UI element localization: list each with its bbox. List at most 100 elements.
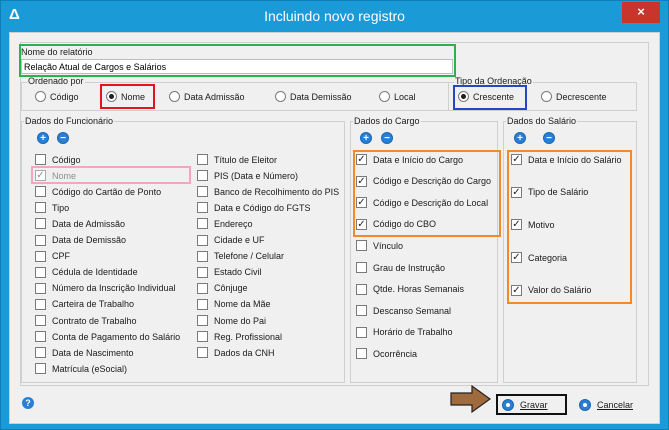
checkbox-box (35, 186, 46, 198)
title-bar[interactable]: Δ Incluindo novo registro × (1, 1, 668, 31)
position-checkbox-qtde-horas-semanais[interactable]: Qtde. Horas Semanais (356, 283, 465, 295)
checkbox-box (197, 250, 208, 262)
position-add-icon[interactable]: + (360, 132, 372, 144)
position-remove-icon[interactable]: − (381, 132, 393, 144)
order-type-radio-crescente[interactable]: Crescente (458, 91, 514, 102)
report-name-label: Nome do relatório (21, 47, 93, 57)
radio-label: Código (50, 91, 79, 102)
checkbox-box (35, 363, 46, 375)
employee-add-icon[interactable]: + (37, 132, 49, 144)
position-checkbox-vinculo[interactable]: Vínculo (356, 240, 403, 252)
cancel-button[interactable]: Cancelar (579, 396, 633, 414)
checkbox-label: Data de Demissão (52, 235, 127, 245)
salary-checkbox-data-e-inicio-do-salario[interactable]: ✓ Data e Início do Salário (511, 154, 622, 165)
window-title: Incluindo novo registro (264, 8, 405, 24)
employee-checkbox-pis-data-e-numero[interactable]: PIS (Data e Número) (197, 170, 298, 182)
employee-remove-icon[interactable]: − (57, 132, 69, 144)
checkbox-label: Tipo de Salário (528, 187, 589, 198)
checkbox-label: Endereço (214, 218, 253, 229)
employee-checkbox-codigo[interactable]: Código (35, 154, 81, 165)
salary-checkbox-valor-do-salario[interactable]: ✓ Valor do Salário (511, 284, 592, 296)
employee-checkbox-cedula-de-identidade[interactable]: Cédula de Identidade (35, 266, 138, 278)
salary-checkbox-tipo-de-salario[interactable]: ✓ Tipo de Salário (511, 186, 589, 198)
employee-checkbox-matricula-esocial[interactable]: Matrícula (eSocial) (35, 363, 127, 375)
employee-checkbox-conta-de-pagamento-do-salario[interactable]: Conta de Pagamento do Salário (35, 331, 180, 343)
employee-checkbox-cidade-e-uf[interactable]: Cidade e UF (197, 234, 265, 246)
position-checkbox-codigo-do-cbo[interactable]: ✓ Código do CBO (356, 218, 437, 230)
employee-checkbox-data-de-demissao[interactable]: Data de Demissão (35, 234, 127, 246)
salary-checkbox-categoria[interactable]: ✓ Categoria (511, 252, 567, 264)
employee-checkbox-dados-da-cnh[interactable]: Dados da CNH (197, 347, 275, 359)
position-checkbox-descanso-semanal[interactable]: Descanso Semanal (356, 305, 452, 317)
checkbox-box (197, 282, 208, 294)
employee-checkbox-cpf[interactable]: CPF (35, 250, 70, 262)
checkbox-label: Código do CBO (373, 219, 437, 230)
salary-add-icon[interactable]: + (514, 132, 526, 144)
salary-remove-icon[interactable]: − (543, 132, 555, 144)
help-icon[interactable]: ? (22, 397, 34, 409)
employee-checkbox-numero-da-inscricao-individual[interactable]: Número da Inscrição Individual (35, 282, 176, 294)
employee-checkbox-codigo-do-cartao-de-ponto[interactable]: Código do Cartão de Ponto (35, 186, 161, 198)
position-checkbox-data-e-inicio-do-cargo[interactable]: ✓ Data e Início do Cargo (356, 154, 463, 165)
position-checkbox-codigo-e-descricao-do-cargo[interactable]: ✓ Código e Descrição do Cargo (356, 175, 492, 187)
save-icon (502, 398, 514, 411)
position-checkbox-horario-de-trabalho[interactable]: Horário de Trabalho (356, 326, 453, 338)
employee-legend: Dados do Funcionário (24, 116, 115, 126)
checkbox-label: Valor do Salário (528, 285, 592, 296)
salary-checkbox-motivo[interactable]: ✓ Motivo (511, 219, 555, 231)
checkbox-box (356, 283, 367, 295)
order-by-radio-data-demissao[interactable]: Data Demissão (275, 91, 352, 102)
checkbox-box (356, 326, 367, 338)
checkbox-label: Ocorrência (373, 348, 418, 359)
save-button[interactable]: Gravar (496, 394, 567, 415)
checkbox-box: ✓ (511, 154, 522, 165)
order-by-legend: Ordenado por (27, 76, 85, 86)
employee-checkbox-estado-civil[interactable]: Estado Civil (197, 266, 262, 278)
close-button[interactable]: × (622, 2, 660, 23)
checkbox-box: ✓ (511, 219, 522, 231)
employee-checkbox-data-de-nascimento[interactable]: Data de Nascimento (35, 347, 134, 359)
checkbox-box (356, 240, 367, 252)
position-checkbox-grau-de-instrucao[interactable]: Grau de Instrução (356, 262, 445, 273)
checkbox-label: Data e Início do Salário (528, 154, 622, 165)
radio-label: Data Admissão (184, 91, 245, 102)
order-by-radio-data-admissao[interactable]: Data Admissão (169, 91, 245, 102)
employee-checkbox-nome: ✓ Nome (35, 170, 76, 182)
employee-checkbox-nome-do-pai[interactable]: Nome do Pai (197, 315, 266, 326)
checkbox-label: Qtde. Horas Semanais (373, 284, 465, 295)
employee-checkbox-tipo[interactable]: Tipo (35, 202, 69, 214)
checkbox-box (197, 331, 208, 343)
position-checkbox-ocorrencia[interactable]: Ocorrência (356, 348, 418, 360)
employee-checkbox-telefone-celular[interactable]: Telefone / Celular (197, 250, 284, 262)
order-type-radio-decrescente[interactable]: Decrescente (541, 91, 607, 102)
radio-label: Nome (121, 91, 146, 102)
checkbox-box (197, 234, 208, 246)
order-by-radio-nome[interactable]: Nome (106, 91, 145, 102)
checkbox-box (197, 298, 208, 310)
radio-dot (106, 91, 117, 102)
employee-checkbox-conjuge[interactable]: Cônjuge (197, 282, 248, 294)
employee-checkbox-data-e-codigo-do-fgts[interactable]: Data e Código do FGTS (197, 202, 311, 214)
checkbox-label: Dados da CNH (214, 347, 275, 358)
employee-checkbox-carteira-de-trabalho[interactable]: Carteira de Trabalho (35, 298, 134, 310)
checkbox-box: ✓ (356, 154, 367, 165)
checkbox-box (197, 154, 208, 165)
employee-checkbox-endereco[interactable]: Endereço (197, 218, 253, 230)
employee-checkbox-contrato-de-trabalho[interactable]: Contrato de Trabalho (35, 315, 137, 326)
employee-checkbox-reg-profissional[interactable]: Reg. Profissional (197, 331, 282, 343)
employee-checkbox-data-de-admissao[interactable]: Data de Admissão (35, 218, 125, 230)
order-by-radio-codigo[interactable]: Código (35, 91, 79, 102)
dialog-window: Δ Incluindo novo registro × Nome do rela… (0, 0, 669, 430)
checkbox-label: Código e Descrição do Cargo (373, 176, 492, 187)
order-by-radio-local[interactable]: Local (379, 91, 416, 102)
report-name-input[interactable] (21, 59, 453, 74)
employee-checkbox-titulo-de-eleitor[interactable]: Título de Eleitor (197, 154, 277, 165)
checkbox-box (35, 154, 46, 165)
checkbox-label: Descanso Semanal (373, 305, 452, 316)
checkbox-box: ✓ (511, 252, 522, 264)
employee-checkbox-banco-de-recolhimento-do-pis[interactable]: Banco de Recolhimento do PIS (197, 186, 339, 198)
checkbox-box (197, 347, 208, 359)
position-checkbox-codigo-e-descricao-do-local[interactable]: ✓ Código e Descrição do Local (356, 197, 488, 209)
employee-checkbox-nome-da-mae[interactable]: Nome da Mãe (197, 298, 271, 310)
checkbox-box (35, 218, 46, 230)
